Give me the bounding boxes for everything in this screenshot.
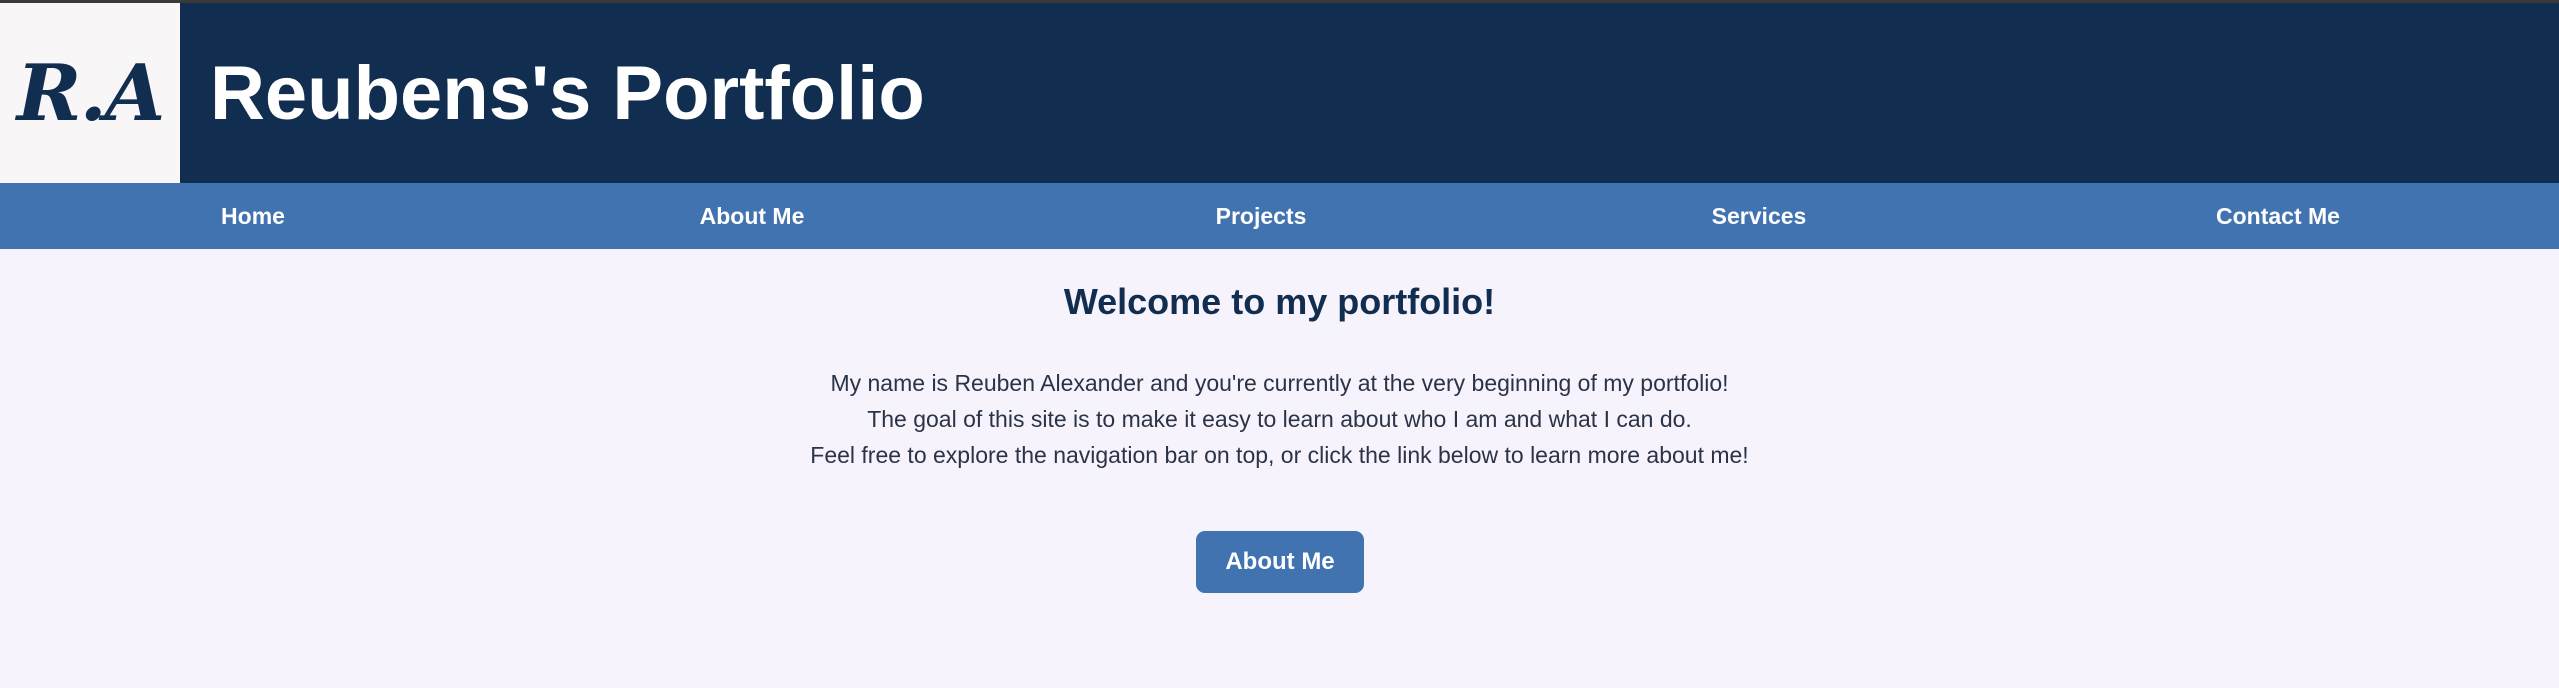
logo[interactable]: R.A [0, 3, 180, 183]
nav-item-contact-me[interactable]: Contact Me [2216, 183, 2340, 249]
intro-line: Feel free to explore the navigation bar … [810, 442, 1749, 468]
nav-item-services[interactable]: Services [1712, 183, 1807, 249]
main-content: Welcome to my portfolio! My name is Reub… [0, 249, 2559, 688]
about-me-button[interactable]: About Me [1196, 531, 1364, 593]
nav-bar: Home About Me Projects Services Contact … [0, 183, 2559, 249]
nav-item-about-me[interactable]: About Me [700, 183, 805, 249]
site-title: Reubens's Portfolio [210, 50, 925, 136]
nav-item-home[interactable]: Home [221, 183, 285, 249]
intro-line: My name is Reuben Alexander and you're c… [830, 370, 1729, 396]
nav-item-projects[interactable]: Projects [1216, 183, 1307, 249]
intro-paragraph: My name is Reuben Alexander and you're c… [0, 365, 2559, 473]
site-header: R.A Reubens's Portfolio [0, 3, 2559, 183]
welcome-heading: Welcome to my portfolio! [1063, 281, 1496, 322]
intro-line: The goal of this site is to make it easy… [867, 406, 1692, 432]
